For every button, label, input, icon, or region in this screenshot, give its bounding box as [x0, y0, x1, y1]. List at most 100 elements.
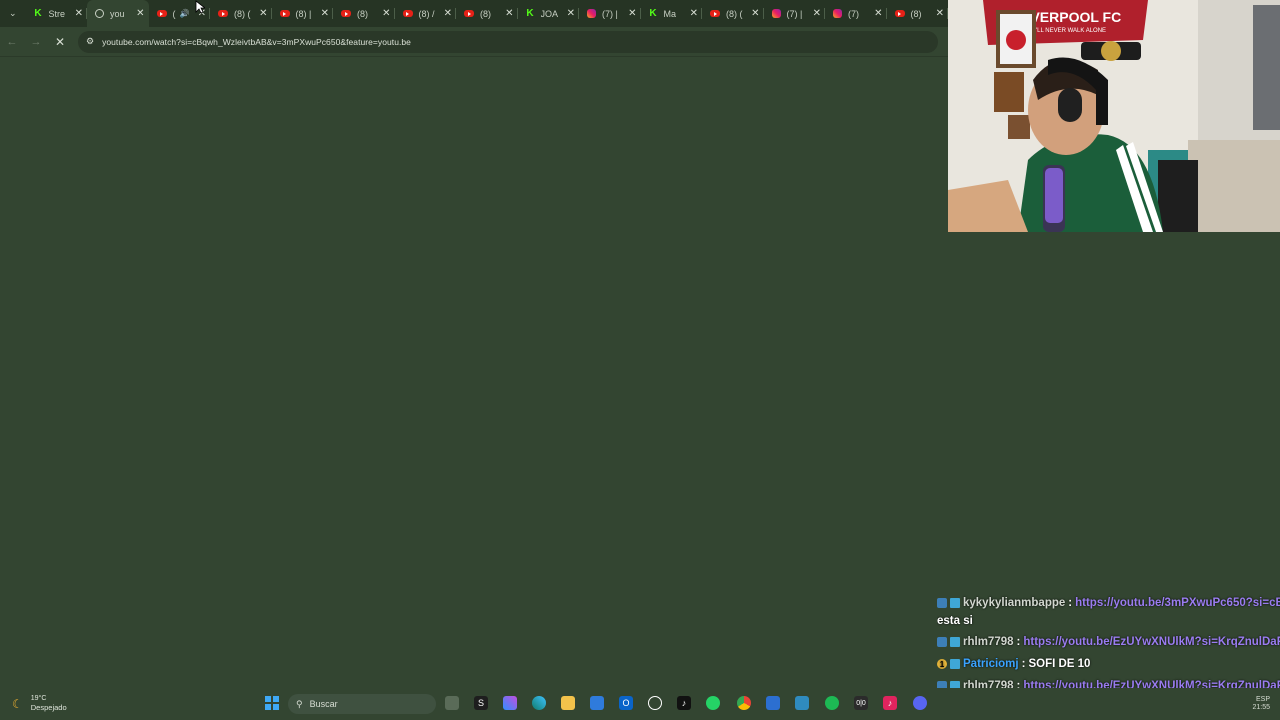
browser-tab[interactable]: (8) ✕	[456, 0, 518, 27]
instagram-icon	[587, 9, 596, 18]
youtube-icon	[156, 10, 167, 17]
back-button[interactable]: ←	[0, 30, 24, 54]
folder-icon[interactable]	[561, 696, 575, 710]
chrome-icon[interactable]	[737, 696, 751, 710]
discord-icon[interactable]	[913, 696, 927, 710]
stop-button[interactable]: ✕	[48, 30, 72, 54]
spotify-icon[interactable]	[825, 696, 839, 710]
search-placeholder: Buscar	[309, 699, 338, 709]
webcam-image: LIVERPOOL FC YOU'LL NEVER WALK ALONE	[948, 0, 1280, 232]
weather-temp: 19°C	[30, 695, 47, 702]
chat-text: esta si	[937, 615, 973, 627]
browser-tab[interactable]: K Stre ✕	[26, 0, 87, 27]
chatgpt-icon[interactable]	[648, 696, 662, 710]
youtube-icon	[894, 10, 905, 17]
site-settings-icon[interactable]: ⚙	[86, 36, 94, 47]
moon-icon: ☾	[12, 696, 23, 711]
browser-tab[interactable]: (7) | ✕	[764, 0, 825, 27]
browser-tab[interactable]: (8) / ✕	[395, 0, 456, 27]
kick-icon: K	[526, 8, 534, 19]
chat-link[interactable]: https://youtu.be/3mPXwuPc650?si=cB	[1075, 597, 1280, 609]
close-tab-icon[interactable]: ✕	[382, 8, 390, 19]
explorer-icon[interactable]	[766, 696, 780, 710]
tab-title: (7)	[848, 8, 859, 19]
close-tab-icon[interactable]: ✕	[321, 8, 329, 19]
close-tab-icon[interactable]: ✕	[505, 8, 513, 19]
close-tab-icon[interactable]: ✕	[136, 8, 144, 19]
address-bar[interactable]: ⚙ youtube.com/watch?si=cBqwh_WzleivtbAB&…	[78, 30, 938, 53]
chat-separator: :	[1068, 597, 1073, 609]
browser-tab[interactable]: (8) ✕	[333, 0, 395, 27]
copilot-icon[interactable]	[503, 696, 517, 710]
close-tab-icon[interactable]: ✕	[567, 8, 575, 19]
chat-username[interactable]: kykykylianmbappe	[963, 597, 1065, 609]
whatsapp-icon[interactable]	[706, 696, 720, 710]
app-icon[interactable]: S	[474, 696, 488, 710]
weather-widget[interactable]: ☾ 19°C Despejado	[12, 694, 67, 713]
prime-badge-icon	[937, 598, 947, 608]
globe-icon	[95, 9, 104, 18]
obs-icon[interactable]: 0|0	[854, 696, 868, 710]
start-button[interactable]	[265, 696, 279, 710]
close-tab-icon[interactable]: ✕	[690, 8, 698, 19]
browser-tab[interactable]: K JOA ✕	[518, 0, 579, 27]
close-tab-icon[interactable]: ✕	[751, 8, 759, 19]
windows-taskbar: ☾ 19°C Despejado ⚲ Buscar S O ♪ 0|0 ♪ ES…	[0, 688, 1280, 720]
close-tab-icon[interactable]: ✕	[444, 8, 452, 19]
chat-message: 1 Patriciomj: SOFI DE 10	[937, 658, 1090, 670]
browser-tab[interactable]: (8) ✕	[887, 0, 948, 27]
tab-strip: ⌄ K Stre ✕ you ✕(🔊 ✕ (8) (✕ (8) | ✕ (8) ✕ (8) / ✕ (8)…	[0, 0, 948, 27]
browser-tab[interactable]: (7) | ✕	[579, 0, 641, 27]
browser-tab[interactable]: you ✕	[87, 0, 149, 27]
edge-icon[interactable]	[532, 696, 546, 710]
chat-message: rhlm7798:https://youtu.be/EzUYwXNUlkM?si…	[937, 636, 1280, 648]
tab-title: (8) (	[234, 8, 251, 19]
system-tray[interactable]: ESP 21:55	[1252, 696, 1270, 712]
close-icon: ✕	[54, 34, 66, 49]
grid-badge-icon	[950, 598, 960, 608]
tab-title: (8) (	[726, 8, 743, 19]
close-tab-icon[interactable]: ✕	[75, 8, 83, 19]
forward-button[interactable]: →	[24, 30, 48, 54]
store-icon[interactable]	[590, 696, 604, 710]
network-app-icon[interactable]	[795, 696, 809, 710]
url-text: youtube.com/watch?si=cBqwh_WzleivtbAB&v=…	[102, 36, 411, 47]
browser-tab[interactable]: (7) ✕	[825, 0, 887, 27]
grid-badge-icon	[950, 637, 960, 647]
tab-title: JOA	[540, 8, 559, 19]
speaker-icon[interactable]: 🔊	[180, 9, 190, 18]
outlook-icon[interactable]: O	[619, 696, 633, 710]
close-tab-icon[interactable]: ✕	[628, 8, 636, 19]
tab-title: (8) /	[418, 8, 435, 19]
chat-username[interactable]: Patriciomj	[963, 658, 1019, 670]
tab-title: Ma	[663, 8, 677, 19]
windows-icon	[265, 696, 279, 710]
arrow-right-icon: →	[30, 35, 42, 48]
close-tab-icon[interactable]: ✕	[874, 8, 882, 19]
tab-title: (	[172, 8, 176, 19]
page-content	[0, 57, 948, 688]
kick-icon: K	[649, 8, 657, 19]
browser-tab[interactable]: (8) | ✕	[272, 0, 333, 27]
taskbar-search[interactable]: ⚲ Buscar	[288, 694, 436, 714]
tab-title: (7) |	[786, 8, 803, 19]
webcam-overlay: LIVERPOOL FC YOU'LL NEVER WALK ALONE	[948, 0, 1280, 232]
task-view-icon[interactable]	[445, 696, 459, 710]
youtube-icon	[710, 10, 720, 17]
browser-tab[interactable]: (8) ( ✕	[210, 0, 272, 27]
youtube-icon	[341, 10, 351, 17]
tab-search-button[interactable]: ⌄	[0, 0, 26, 27]
close-tab-icon[interactable]: ✕	[259, 8, 267, 19]
chat-username[interactable]: rhlm7798	[963, 636, 1014, 648]
browser-tab[interactable]: K Ma ✕	[641, 0, 702, 27]
tiktok-live-icon[interactable]: ♪	[883, 696, 897, 710]
prime-badge-icon	[937, 637, 947, 647]
tab-title: (7) |	[602, 8, 618, 19]
tiktok-icon[interactable]: ♪	[677, 696, 691, 710]
grid-badge-icon	[950, 659, 960, 669]
browser-tab[interactable]: (8) ( ✕	[702, 0, 764, 27]
chat-link[interactable]: https://youtu.be/EzUYwXNUlkM?si=KrqZnulD…	[1023, 636, 1280, 648]
close-tab-icon[interactable]: ✕	[813, 8, 821, 19]
weather-condition: Despejado	[30, 703, 67, 712]
close-tab-icon[interactable]: ✕	[936, 8, 944, 19]
